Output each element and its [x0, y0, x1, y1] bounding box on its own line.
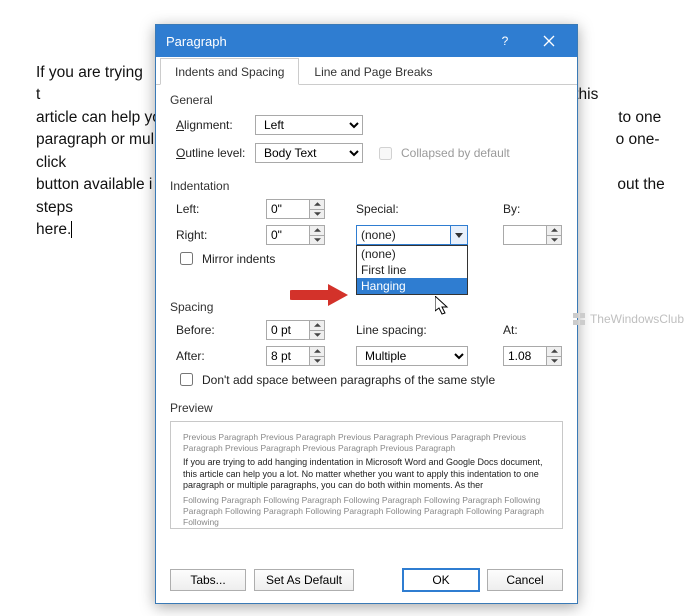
preview-ghost-after: Following Paragraph Following Paragraph …	[183, 495, 550, 528]
watermark-text: TheWindowsClub	[590, 312, 684, 326]
watermark-icon	[572, 312, 586, 326]
dont-add-space-checkbox[interactable]	[180, 373, 193, 386]
general-title: General	[170, 93, 563, 107]
spinner-buttons[interactable]	[547, 225, 562, 245]
before-label: Before:	[176, 323, 266, 337]
close-button[interactable]	[529, 28, 569, 54]
special-selected: (none)	[361, 228, 396, 242]
tab-indents-spacing[interactable]: Indents and Spacing	[160, 58, 299, 85]
spinner-buttons[interactable]	[310, 199, 325, 219]
dont-add-space-label: Don't add space between paragraphs of th…	[202, 373, 495, 387]
alignment-select[interactable]: Left	[255, 115, 363, 135]
preview-main: If you are trying to add hanging indenta…	[183, 454, 550, 495]
preview-ghost-before: Previous Paragraph Previous Paragraph Pr…	[183, 432, 550, 454]
alignment-label: Alignment:	[170, 118, 255, 132]
left-input[interactable]	[266, 199, 310, 219]
line-spacing-label: Line spacing:	[336, 323, 503, 337]
chevron-down-icon[interactable]	[450, 225, 468, 245]
left-label: Left:	[176, 202, 266, 216]
special-dropdown: (none) First line Hanging	[356, 245, 468, 295]
spacing-title: Spacing	[170, 300, 563, 314]
watermark: TheWindowsClub	[572, 312, 684, 326]
after-spinner[interactable]	[266, 346, 336, 366]
titlebar[interactable]: Paragraph ?	[156, 25, 577, 57]
at-spinner[interactable]	[503, 346, 563, 366]
preview-group: Preview Previous Paragraph Previous Para…	[170, 401, 563, 529]
spinner-buttons[interactable]	[310, 225, 325, 245]
before-spinner[interactable]	[266, 320, 336, 340]
at-label: At:	[503, 323, 563, 337]
preview-box: Previous Paragraph Previous Paragraph Pr…	[170, 421, 563, 529]
by-input[interactable]	[503, 225, 547, 245]
left-spinner[interactable]	[266, 199, 336, 219]
special-label: Special:	[336, 202, 503, 216]
dropdown-option-none[interactable]: (none)	[357, 246, 467, 262]
indent-title: Indentation	[170, 179, 563, 193]
at-input[interactable]	[503, 346, 547, 366]
before-input[interactable]	[266, 320, 310, 340]
set-default-button[interactable]: Set As Default	[254, 569, 354, 591]
dropdown-option-firstline[interactable]: First line	[357, 262, 467, 278]
by-label: By:	[503, 202, 563, 216]
collapsed-label: Collapsed by default	[401, 146, 510, 160]
red-arrow-annotation	[290, 282, 350, 308]
tab-row: Indents and Spacing Line and Page Breaks	[156, 57, 577, 85]
after-input[interactable]	[266, 346, 310, 366]
mirror-indents-label: Mirror indents	[202, 252, 275, 266]
right-spinner[interactable]	[266, 225, 336, 245]
help-button[interactable]: ?	[485, 28, 525, 54]
by-spinner[interactable]	[503, 225, 563, 245]
spinner-buttons[interactable]	[547, 346, 562, 366]
ok-button[interactable]: OK	[403, 569, 479, 591]
collapsed-checkbox	[379, 147, 392, 160]
general-group: General Alignment: Left Outline level: B…	[170, 93, 563, 165]
after-label: After:	[176, 349, 266, 363]
spinner-buttons[interactable]	[310, 346, 325, 366]
special-combo[interactable]: (none) (none) First line Hanging	[356, 225, 468, 245]
indentation-group: Indentation Left: Special: By: Right: (n…	[170, 179, 563, 268]
cancel-button[interactable]: Cancel	[487, 569, 563, 591]
outline-select[interactable]: Body Text	[255, 143, 363, 163]
dialog-buttons: Tabs... Set As Default OK Cancel	[156, 561, 577, 603]
preview-title: Preview	[170, 401, 563, 415]
paragraph-dialog: Paragraph ? Indents and Spacing Line and…	[155, 24, 578, 604]
mouse-cursor-icon	[435, 296, 451, 316]
dropdown-option-hanging[interactable]: Hanging	[357, 278, 467, 294]
tab-line-page-breaks[interactable]: Line and Page Breaks	[299, 58, 447, 85]
outline-label: Outline level:	[170, 146, 255, 160]
right-label: Right:	[176, 228, 266, 242]
spinner-buttons[interactable]	[310, 320, 325, 340]
dialog-title: Paragraph	[166, 34, 485, 49]
right-input[interactable]	[266, 225, 310, 245]
tabs-button[interactable]: Tabs...	[170, 569, 246, 591]
spacing-group: Spacing Before: Line spacing: At: After:…	[170, 300, 563, 389]
mirror-indents-checkbox[interactable]	[180, 252, 193, 265]
line-spacing-select[interactable]: Multiple	[356, 346, 468, 366]
